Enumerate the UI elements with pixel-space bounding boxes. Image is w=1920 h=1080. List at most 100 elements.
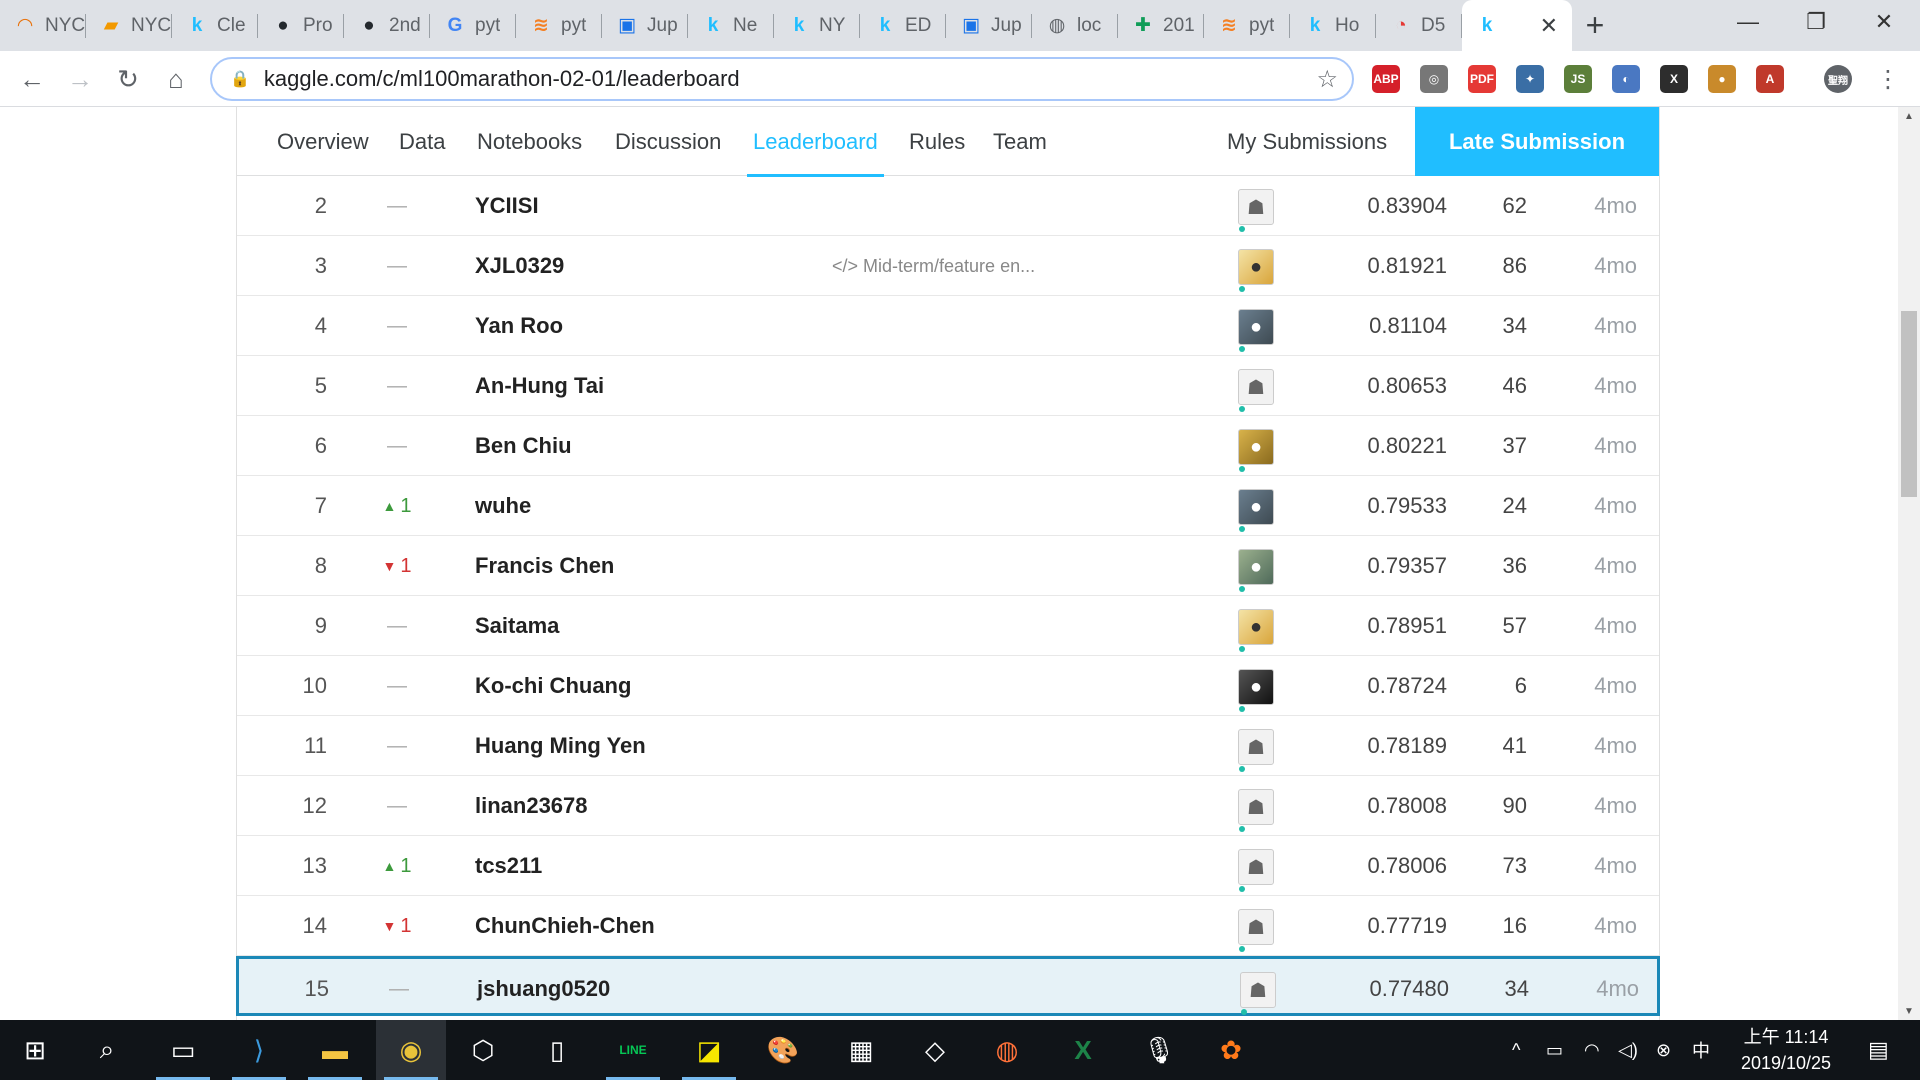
team-name-link[interactable]: linan23678 — [475, 776, 588, 836]
leaderboard-row[interactable]: 2 — YCIISI ☗ 0.83904 62 4mo — [237, 176, 1659, 236]
adblock-plus-icon[interactable]: ABP — [1372, 65, 1400, 93]
sticky-notes-icon[interactable]: ◪ — [674, 1020, 744, 1080]
battery-icon[interactable]: ▭ — [1546, 1020, 1563, 1080]
browser-tab[interactable]: ≋ pyt — [516, 0, 602, 51]
team-name-link[interactable]: An-Hung Tai — [475, 356, 604, 416]
leaderboard-row[interactable]: 8 ▼ 1 Francis Chen ● 0.79357 36 4mo — [237, 536, 1659, 596]
scroll-down-arrow-icon[interactable]: ▼ — [1898, 1002, 1920, 1020]
team-name-link[interactable]: XJL0329 — [475, 236, 564, 296]
browser-tab-active[interactable]: k ✕ — [1462, 0, 1572, 51]
team-name-link[interactable]: wuhe — [475, 476, 531, 536]
browser-tab[interactable]: k Ne — [688, 0, 774, 51]
blank-file-icon[interactable]: ▯ — [522, 1020, 592, 1080]
leaderboard-row[interactable]: 10 — Ko-chi Chuang ● 0.78724 6 4mo — [237, 656, 1659, 716]
team-name-link[interactable]: ChunChieh-Chen — [475, 896, 655, 956]
team-name-link[interactable]: Ben Chiu — [475, 416, 572, 476]
paint-palette-icon[interactable]: 🎨 — [748, 1020, 818, 1080]
address-bar[interactable]: 🔒 kaggle.com/c/ml100marathon-02-01/leade… — [210, 57, 1354, 101]
telescope-icon[interactable]: ✦ — [1516, 65, 1544, 93]
notes-tablet-icon[interactable]: ◇ — [900, 1020, 970, 1080]
team-name-link[interactable]: YCIISI — [475, 176, 539, 236]
wifi-icon[interactable]: ◠ — [1584, 1020, 1600, 1080]
leaderboard-row[interactable]: 3 — XJL0329 </> Mid-term/feature en... ● 0.81… — [237, 236, 1659, 296]
user-avatar[interactable]: ☗ — [1238, 909, 1274, 945]
user-avatar[interactable]: ● — [1238, 549, 1274, 585]
orange-app-icon[interactable]: ✿ — [1196, 1020, 1266, 1080]
leaderboard-row-current-user[interactable]: 15 — jshuang0520 ☗ 0.77480 34 4mo — [236, 956, 1660, 1016]
reload-icon[interactable]: ↻ — [112, 63, 144, 95]
pdf-icon[interactable]: PDF — [1468, 65, 1496, 93]
tab-close-icon[interactable]: ✕ — [1540, 13, 1558, 39]
leaderboard-row[interactable]: 9 — Saitama ● 0.78951 57 4mo — [237, 596, 1659, 656]
back-arrow-icon[interactable]: ← — [16, 63, 48, 95]
bookmark-star-icon[interactable]: ☆ — [1316, 65, 1338, 94]
tab-overview[interactable]: Overview — [277, 107, 369, 176]
cookie-icon[interactable]: ● — [1708, 65, 1736, 93]
chrome-icon[interactable]: ◉ — [376, 1020, 446, 1080]
team-name-link[interactable]: Francis Chen — [475, 536, 614, 596]
user-avatar[interactable]: ☗ — [1238, 189, 1274, 225]
user-avatar[interactable]: ● — [1238, 669, 1274, 705]
user-avatar[interactable]: ● — [1238, 249, 1274, 285]
team-name-link[interactable]: jshuang0520 — [477, 959, 610, 1019]
notifications-icon[interactable]: ▤ — [1868, 1020, 1889, 1080]
vscode-icon[interactable]: ⟩ — [224, 1020, 294, 1080]
tab-leaderboard[interactable]: Leaderboard — [747, 107, 884, 177]
late-submission-button[interactable]: Late Submission — [1415, 107, 1659, 176]
team-name-link[interactable]: Yan Roo — [475, 296, 563, 356]
nodejs-icon[interactable]: JS — [1564, 65, 1592, 93]
forward-arrow-icon[interactable]: → — [64, 63, 96, 95]
browser-tab[interactable]: ● Pro — [258, 0, 344, 51]
acrobat-icon[interactable]: A — [1756, 65, 1784, 93]
tab-notebooks[interactable]: Notebooks — [477, 107, 582, 176]
browser-tab[interactable]: ▰ NYC — [86, 0, 172, 51]
tab-data[interactable]: Data — [399, 107, 445, 176]
user-avatar[interactable]: ● — [1238, 609, 1274, 645]
browser-tab[interactable]: ● 2nd — [344, 0, 430, 51]
voice-recorder-icon[interactable]: 🎙 — [1124, 1020, 1194, 1080]
circle-app-icon[interactable]: ◐ — [1612, 65, 1640, 93]
scrollbar-thumb[interactable] — [1901, 311, 1917, 497]
user-avatar[interactable]: ● — [1238, 489, 1274, 525]
browser-tab[interactable]: ◔ D5 — [1376, 0, 1462, 51]
my-submissions-link[interactable]: My Submissions — [1227, 107, 1387, 176]
leaderboard-row[interactable]: 6 — Ben Chiu ● 0.80221 37 4mo — [237, 416, 1659, 476]
browser-tab[interactable]: ◍ loc — [1032, 0, 1118, 51]
user-avatar[interactable]: ☗ — [1238, 849, 1274, 885]
excel-icon[interactable]: X — [1048, 1020, 1118, 1080]
leaderboard-row[interactable]: 5 — An-Hung Tai ☗ 0.80653 46 4mo — [237, 356, 1659, 416]
user-avatar[interactable]: ● — [1238, 429, 1274, 465]
browser-tab[interactable]: k Cle — [172, 0, 258, 51]
leaderboard-row[interactable]: 14 ▼ 1 ChunChieh-Chen ☗ 0.77719 16 4mo — [237, 896, 1659, 956]
restore-button[interactable]: ❐ — [1784, 0, 1848, 44]
line-app-icon[interactable]: LINE — [598, 1020, 668, 1080]
tab-discussion[interactable]: Discussion — [615, 107, 721, 176]
tray-chevron-icon[interactable]: ^ — [1512, 1020, 1520, 1080]
url-text[interactable]: kaggle.com/c/ml100marathon-02-01/leaderb… — [264, 66, 740, 92]
browser-tab[interactable]: k Ho — [1290, 0, 1376, 51]
x-app-icon[interactable]: X — [1660, 65, 1688, 93]
tab-rules[interactable]: Rules — [909, 107, 965, 176]
3d-box-icon[interactable]: ⬡ — [448, 1020, 518, 1080]
search-icon[interactable]: ⌕ — [72, 1020, 142, 1080]
leaderboard-row[interactable]: 4 — Yan Roo ● 0.81104 34 4mo — [237, 296, 1659, 356]
extension-globe-icon[interactable]: ◎ — [1420, 65, 1448, 93]
browser-tab[interactable]: k ED — [860, 0, 946, 51]
page-scrollbar[interactable]: ▲ ▼ — [1898, 107, 1920, 1020]
browser-tab[interactable]: Gpyt — [430, 0, 516, 51]
leaderboard-row[interactable]: 11 — Huang Ming Yen ☗ 0.78189 41 4mo — [237, 716, 1659, 776]
firefox-icon[interactable]: ◍ — [972, 1020, 1042, 1080]
browser-tab[interactable]: ◠ NYC — [0, 0, 86, 51]
team-name-link[interactable]: Saitama — [475, 596, 559, 656]
user-avatar[interactable]: ☗ — [1238, 369, 1274, 405]
menu-kebab-icon[interactable]: ⋮ — [1872, 63, 1904, 95]
user-avatar[interactable]: ● — [1238, 309, 1274, 345]
browser-tab[interactable]: ▣ Jup — [946, 0, 1032, 51]
system-clock[interactable]: 上午 11:14 2019/10/25 — [1726, 1024, 1846, 1076]
profile-avatar-icon[interactable]: 聖翔 — [1824, 65, 1852, 93]
user-avatar[interactable]: ☗ — [1238, 729, 1274, 765]
user-avatar[interactable]: ☗ — [1238, 789, 1274, 825]
close-circle-icon[interactable]: ⊗ — [1656, 1020, 1671, 1080]
start-windows-icon[interactable]: ⊞ — [0, 1020, 70, 1080]
leaderboard-row[interactable]: 13 ▲ 1 tcs211 ☗ 0.78006 73 4mo — [237, 836, 1659, 896]
